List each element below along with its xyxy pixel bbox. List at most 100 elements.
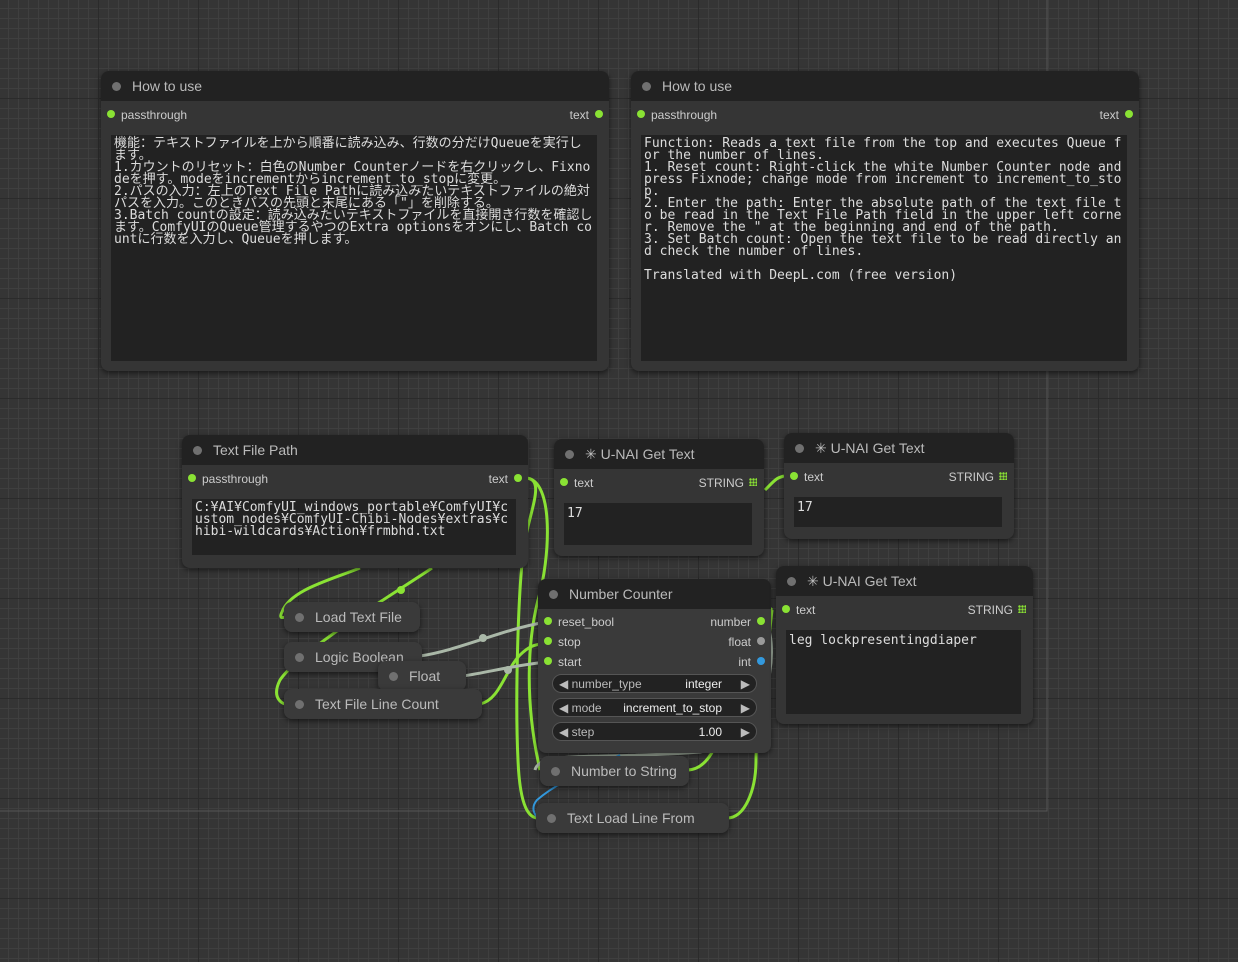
step-number-widget[interactable]: ◀ step 1.00 ▶ (552, 722, 757, 741)
collapse-toggle-icon[interactable] (547, 813, 556, 823)
wire-midpoint[interactable] (504, 666, 512, 674)
output-socket[interactable] (1125, 110, 1133, 118)
node-title: ✳ U-NAI Get Text (807, 572, 917, 589)
value-display[interactable]: leg lockpresentingdiaper (786, 630, 1021, 714)
input-socket[interactable] (188, 474, 196, 482)
node-title: Text Load Line From (567, 810, 695, 826)
output-grid-socket[interactable] (999, 472, 1007, 480)
collapse-toggle-icon[interactable] (549, 589, 558, 599)
input-socket[interactable] (544, 617, 552, 625)
input-label: passthrough (651, 108, 718, 122)
output-label: STRING (698, 476, 744, 490)
output-label: text (569, 108, 589, 122)
right-arrow-icon[interactable]: ▶ (741, 725, 750, 739)
collapse-toggle-icon[interactable] (787, 576, 796, 586)
collapse-toggle-icon[interactable] (565, 449, 574, 459)
left-arrow-icon[interactable]: ◀ (559, 725, 568, 739)
collapse-toggle-icon[interactable] (295, 612, 304, 622)
node-unai-get-text-2[interactable]: ✳ U-NAI Get Text text STRING 17 (784, 433, 1014, 539)
node-title: Number to String (571, 763, 677, 779)
node-title: Load Text File (315, 609, 402, 625)
output-label: number (710, 615, 751, 629)
node-header[interactable]: ✳ U-NAI Get Text (554, 439, 764, 469)
value-display[interactable]: 17 (564, 503, 752, 545)
collapse-toggle-icon[interactable] (551, 766, 560, 776)
widget-value: 1.00 (698, 725, 722, 739)
node-title: Text File Path (213, 442, 298, 458)
output-socket[interactable] (757, 617, 765, 625)
node-title: ✳ U-NAI Get Text (585, 445, 695, 462)
collapse-toggle-icon[interactable] (193, 445, 202, 455)
node-unai-get-text-1[interactable]: ✳ U-NAI Get Text text STRING 17 (554, 439, 764, 556)
output-grid-socket[interactable] (749, 478, 757, 486)
wire-midpoint[interactable] (397, 586, 405, 594)
node-title: How to use (662, 78, 733, 94)
wire-linecount-to-stop[interactable] (479, 641, 547, 706)
left-arrow-icon[interactable]: ◀ (559, 701, 568, 715)
widget-label: mode (571, 701, 602, 715)
node-title: ✳ U-NAI Get Text (815, 439, 925, 456)
node-text-file-line-count[interactable]: Text File Line Count (284, 689, 482, 719)
output-socket[interactable] (757, 637, 765, 645)
left-arrow-icon[interactable]: ◀ (559, 677, 568, 691)
output-label: STRING (967, 603, 1013, 617)
text-area[interactable]: 機能：テキストファイルを上から順番に読み込み、行数の分だけQueueを実行します… (111, 135, 597, 361)
output-label: STRING (948, 470, 994, 484)
node-header[interactable]: How to use (101, 71, 609, 101)
input-socket[interactable] (790, 472, 798, 480)
collapse-toggle-icon[interactable] (295, 699, 304, 709)
value-display[interactable]: 17 (794, 497, 1002, 527)
right-arrow-icon[interactable]: ▶ (741, 677, 750, 691)
widget-value: increment_to_stop (623, 701, 722, 715)
input-socket[interactable] (782, 605, 790, 613)
output-grid-socket[interactable] (1018, 605, 1026, 613)
input-label: text (796, 603, 816, 617)
input-socket[interactable] (544, 637, 552, 645)
input-socket[interactable] (637, 110, 645, 118)
output-label: text (488, 472, 508, 486)
node-header[interactable]: How to use (631, 71, 1139, 101)
right-arrow-icon[interactable]: ▶ (741, 701, 750, 715)
output-socket[interactable] (757, 657, 765, 665)
node-number-counter[interactable]: Number Counter reset_bool number stop floa… (538, 579, 771, 753)
node-title: Float (409, 668, 441, 684)
text-area[interactable]: Function: Reads a text file from the top… (641, 135, 1127, 361)
path-text-area[interactable]: C:¥AI¥ComfyUI_windows_portable¥ComfyUI¥c… (192, 499, 516, 555)
node-header[interactable]: ✳ U-NAI Get Text (784, 433, 1014, 463)
output-socket[interactable] (595, 110, 603, 118)
input-label: stop (558, 635, 581, 649)
node-load-text-file[interactable]: Load Text File (284, 602, 420, 632)
node-text-file-path[interactable]: Text File Path passthrough text C:¥AI¥Com… (182, 435, 528, 568)
node-float[interactable]: Float (378, 661, 466, 691)
collapse-toggle-icon[interactable] (295, 652, 304, 662)
input-socket[interactable] (544, 657, 552, 665)
wire-midpoint[interactable] (479, 634, 487, 642)
input-socket[interactable] (560, 478, 568, 486)
node-header[interactable]: Number Counter (538, 579, 771, 609)
widget-label: step (571, 725, 595, 739)
wire-gettext1-to-gettext2[interactable] (763, 474, 785, 492)
collapse-toggle-icon[interactable] (795, 443, 804, 453)
node-unai-get-text-3[interactable]: ✳ U-NAI Get Text text STRING leg lockpres… (776, 566, 1033, 724)
collapse-toggle-icon[interactable] (389, 671, 398, 681)
input-label: passthrough (202, 472, 269, 486)
node-title: Text File Line Count (315, 696, 439, 712)
node-how-to-use-en[interactable]: How to use passthrough text Function: Rea… (631, 71, 1139, 371)
node-text-load-line-from[interactable]: Text Load Line From (536, 803, 729, 833)
output-label: float (728, 635, 751, 649)
collapse-toggle-icon[interactable] (642, 81, 651, 91)
widget-value: integer (685, 677, 722, 691)
node-title: How to use (132, 78, 203, 94)
node-how-to-use-jp[interactable]: How to use passthrough text 機能：テキストファイルを上… (101, 71, 609, 371)
node-number-to-string[interactable]: Number to String (540, 756, 689, 786)
output-label: int (738, 655, 751, 669)
input-socket[interactable] (107, 110, 115, 118)
output-socket[interactable] (514, 474, 522, 482)
input-label: passthrough (121, 108, 188, 122)
node-title: Number Counter (569, 586, 673, 602)
mode-combo[interactable]: ◀ mode increment_to_stop ▶ (552, 698, 757, 717)
number-type-combo[interactable]: ◀ number_type integer ▶ (552, 674, 757, 693)
collapse-toggle-icon[interactable] (112, 81, 121, 91)
node-header[interactable]: ✳ U-NAI Get Text (776, 566, 1033, 596)
node-header[interactable]: Text File Path (182, 435, 528, 465)
